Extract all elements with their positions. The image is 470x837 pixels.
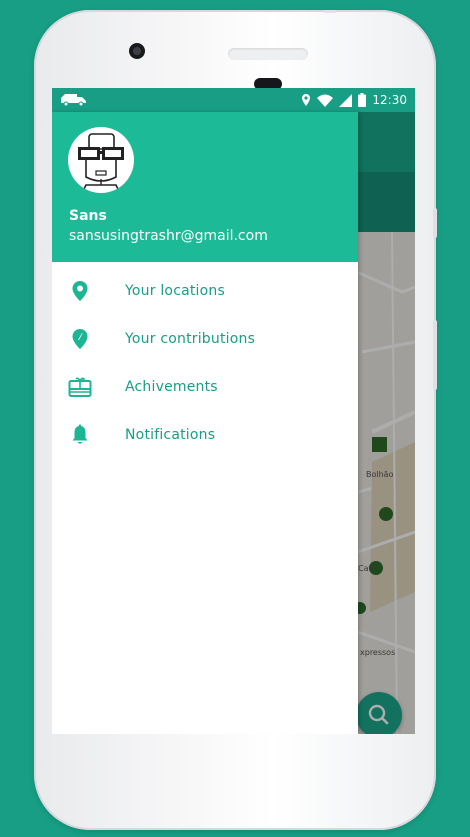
phone-side-button [433,208,437,238]
front-camera [129,43,145,59]
bell-icon [68,423,92,447]
wifi-icon [317,94,334,107]
robot-avatar-icon [78,133,124,193]
cell-signal-icon [339,93,353,107]
user-email: sansusingtrashr@gmail.com [69,228,268,244]
menu-item-achivements[interactable]: Achivements [52,363,358,411]
menu-label: Your locations [125,283,225,299]
phone-screen: Bolhão Café xpressos 12:30 Sans sansusin… [52,88,415,734]
earpiece-speaker [228,48,308,60]
truck-icon [61,94,86,106]
contribution-pin-icon [68,327,92,351]
status-time: 12:30 [372,93,407,107]
drawer-menu: Your locations Your contributions Achive… [52,267,358,459]
location-status-icon [302,94,311,106]
drawer-header: Sans sansusingtrashr@gmail.com [52,112,358,262]
phone-top-button [324,10,336,13]
user-name: Sans [69,208,107,224]
menu-item-your-locations[interactable]: Your locations [52,267,358,315]
menu-label: Your contributions [125,331,256,347]
battery-icon [358,93,367,107]
gift-card-icon [68,375,92,399]
status-bar: 12:30 [52,88,415,112]
navigation-drawer: Sans sansusingtrashr@gmail.com Your loca… [52,112,358,734]
menu-item-notifications[interactable]: Notifications [52,411,358,459]
menu-label: Achivements [125,379,218,395]
avatar[interactable] [68,127,134,193]
phone-volume-button [433,320,437,390]
location-pin-icon [68,279,92,303]
menu-label: Notifications [125,427,216,443]
menu-item-your-contributions[interactable]: Your contributions [52,315,358,363]
